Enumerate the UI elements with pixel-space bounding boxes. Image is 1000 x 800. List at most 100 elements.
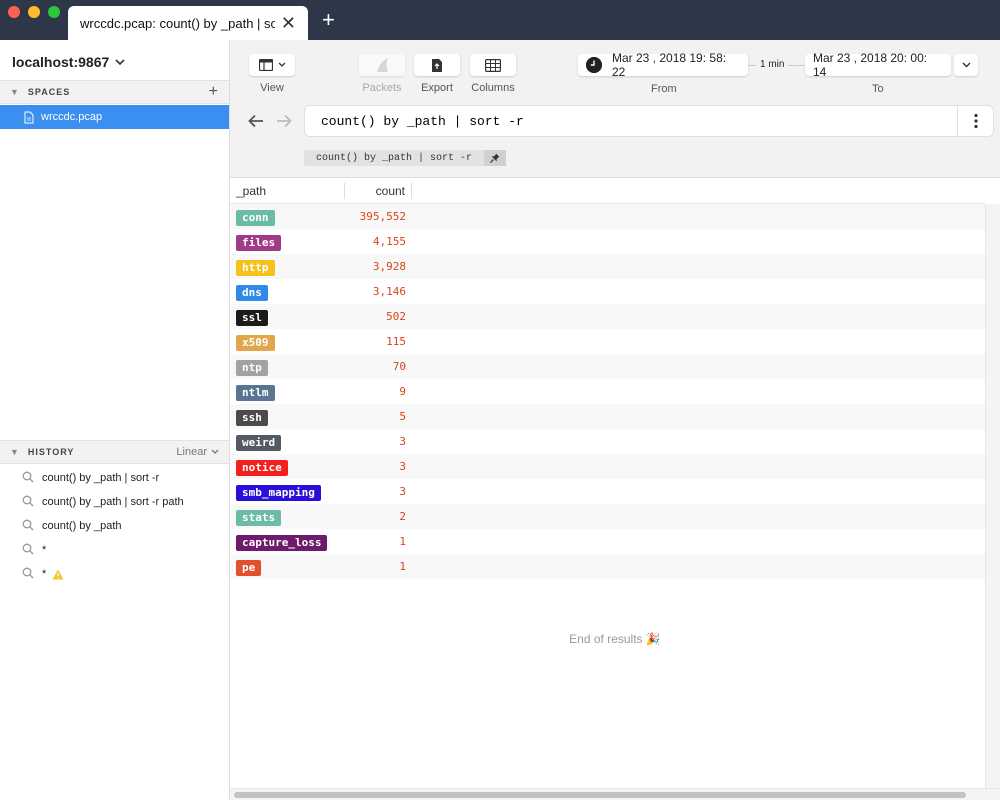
- toolbar: View Packets Export Columns Mar 23 , 201…: [230, 40, 1000, 178]
- path-tag[interactable]: ssh: [236, 409, 268, 426]
- count-cell[interactable]: 1: [345, 535, 412, 548]
- history-item[interactable]: count() by _path | sort -r path: [0, 490, 229, 514]
- path-tag[interactable]: pe: [236, 559, 262, 576]
- table-row[interactable]: stats 2: [230, 504, 985, 529]
- path-tag[interactable]: stats: [236, 509, 282, 526]
- horizontal-scrollbar[interactable]: [230, 788, 1000, 800]
- chevron-down-icon: [278, 62, 285, 67]
- back-arrow-icon[interactable]: [248, 114, 264, 128]
- count-cell[interactable]: 4,155: [345, 235, 412, 248]
- count-cell[interactable]: 70: [345, 360, 412, 373]
- history-mode-select[interactable]: Linear: [176, 446, 219, 458]
- count-cell[interactable]: 3,146: [345, 285, 412, 298]
- table-row[interactable]: ntlm 9: [230, 379, 985, 404]
- export-button[interactable]: [414, 54, 460, 76]
- count-cell[interactable]: 395,552: [345, 210, 412, 223]
- path-cell: ntp: [230, 358, 345, 376]
- add-space-button[interactable]: +: [209, 83, 219, 101]
- path-tag[interactable]: ntlm: [236, 384, 275, 401]
- history-item[interactable]: *: [0, 562, 229, 586]
- path-cell: x509: [230, 333, 345, 351]
- search-icon: [22, 519, 42, 534]
- column-header-path[interactable]: _path: [230, 182, 345, 199]
- table-row[interactable]: x509 115: [230, 329, 985, 354]
- table-row[interactable]: weird 3: [230, 429, 985, 454]
- sidebar: localhost:9867 ▼ SPACES + wrccdc.pcap ▼ …: [0, 40, 230, 800]
- forward-arrow-icon[interactable]: [276, 114, 292, 128]
- packets-button[interactable]: [359, 54, 405, 76]
- pinned-query-pill[interactable]: count() by _path | sort -r: [304, 150, 507, 166]
- table-row[interactable]: pe 1: [230, 554, 985, 579]
- table-row[interactable]: capture_loss 1: [230, 529, 985, 554]
- zoom-window-button[interactable]: [48, 6, 60, 18]
- view-label: View: [260, 82, 284, 94]
- count-cell[interactable]: 1: [345, 560, 412, 573]
- path-tag[interactable]: ssl: [236, 309, 268, 326]
- table-row[interactable]: conn 395,552: [230, 204, 985, 229]
- table-row[interactable]: smb_mapping 3: [230, 479, 985, 504]
- path-tag[interactable]: files: [236, 234, 282, 251]
- space-item-wrccdc[interactable]: wrccdc.pcap: [0, 105, 229, 129]
- history-item[interactable]: count() by _path: [0, 514, 229, 538]
- count-cell[interactable]: 3,928: [345, 260, 412, 273]
- table-row[interactable]: ssh 5: [230, 404, 985, 429]
- path-tag[interactable]: ntp: [236, 359, 268, 376]
- close-tab-icon[interactable]: ✕: [281, 13, 296, 34]
- new-tab-button[interactable]: +: [322, 8, 335, 32]
- close-window-button[interactable]: [8, 6, 20, 18]
- table-row[interactable]: http 3,928: [230, 254, 985, 279]
- count-cell[interactable]: 3: [345, 485, 412, 498]
- minimize-window-button[interactable]: [28, 6, 40, 18]
- warning-icon: [52, 569, 64, 579]
- pin-icon[interactable]: [484, 150, 507, 166]
- packets-label: Packets: [362, 82, 402, 94]
- host-selector[interactable]: localhost:9867: [12, 54, 125, 70]
- packets-group: Packets: [359, 54, 405, 94]
- active-tab[interactable]: wrccdc.pcap: count() by _path | so... ✕: [68, 6, 308, 40]
- vertical-scrollbar[interactable]: [985, 204, 1000, 788]
- path-tag[interactable]: capture_loss: [236, 534, 328, 551]
- horizontal-scrollbar-thumb[interactable]: [234, 792, 966, 798]
- count-cell[interactable]: 3: [345, 435, 412, 448]
- table-row[interactable]: notice 3: [230, 454, 985, 479]
- host-label: localhost:9867: [12, 54, 110, 70]
- search-input[interactable]: [305, 107, 957, 135]
- view-button[interactable]: [249, 54, 295, 76]
- count-cell[interactable]: 502: [345, 310, 412, 323]
- history-item[interactable]: count() by _path | sort -r: [0, 466, 229, 490]
- count-cell[interactable]: 9: [345, 385, 412, 398]
- column-header-count[interactable]: count: [345, 182, 412, 199]
- from-time-input[interactable]: Mar 23 , 2018 19: 58: 22: [578, 51, 748, 79]
- path-tag[interactable]: notice: [236, 459, 288, 476]
- path-cell: stats: [230, 508, 345, 526]
- title-bar: wrccdc.pcap: count() by _path | so... ✕ …: [0, 0, 1000, 40]
- count-cell[interactable]: 115: [345, 335, 412, 348]
- from-time-value: Mar 23 , 2018 19: 58: 22: [612, 51, 727, 79]
- time-range-dropdown[interactable]: [954, 54, 978, 76]
- path-tag[interactable]: weird: [236, 434, 282, 451]
- table-row[interactable]: dns 3,146: [230, 279, 985, 304]
- count-cell[interactable]: 5: [345, 410, 412, 423]
- from-label: From: [651, 83, 677, 95]
- to-label: To: [872, 83, 884, 95]
- results-table: _path count conn 395,552 files 4,155 http 3,9…: [230, 178, 985, 788]
- count-cell[interactable]: 3: [345, 460, 412, 473]
- path-tag[interactable]: smb_mapping: [236, 484, 321, 501]
- clock-icon: [586, 57, 602, 73]
- window-controls: [8, 6, 60, 18]
- table-row[interactable]: ssl 502: [230, 304, 985, 329]
- table-row[interactable]: ntp 70: [230, 354, 985, 379]
- more-options-button[interactable]: [957, 106, 993, 136]
- duration-label: 1 min: [756, 59, 789, 70]
- history-item[interactable]: *: [0, 538, 229, 562]
- count-cell[interactable]: 2: [345, 510, 412, 523]
- columns-button[interactable]: [470, 54, 516, 76]
- table-row[interactable]: files 4,155: [230, 229, 985, 254]
- to-time-input[interactable]: Mar 23 , 2018 20: 00: 14: [805, 51, 951, 79]
- history-section-header[interactable]: ▼ HISTORY Linear: [0, 440, 229, 464]
- path-tag[interactable]: conn: [236, 209, 275, 226]
- path-tag[interactable]: dns: [236, 284, 268, 301]
- spaces-section-header[interactable]: ▼ SPACES +: [0, 80, 229, 104]
- path-tag[interactable]: x509: [236, 334, 275, 351]
- path-tag[interactable]: http: [236, 259, 275, 276]
